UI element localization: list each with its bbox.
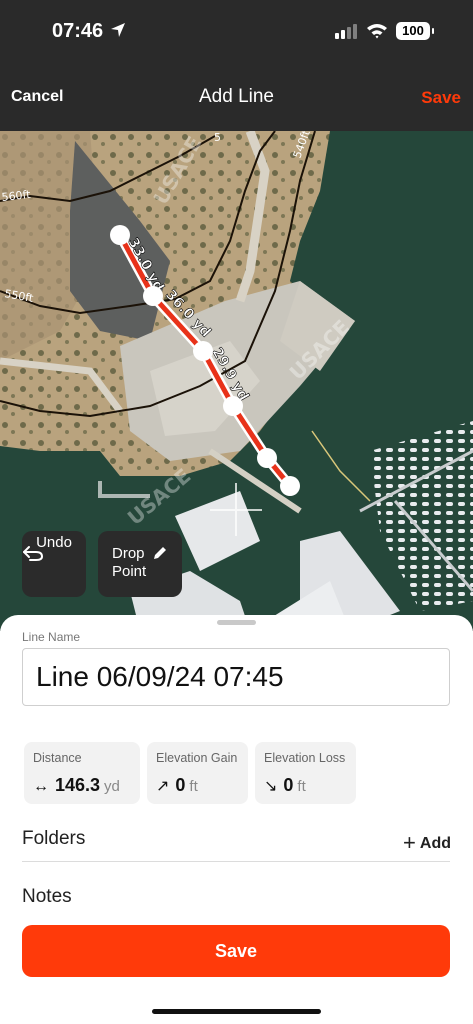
stat-unit: ft [189,778,198,795]
arrow-up-right-icon: ↗ [156,778,170,795]
map-view[interactable]: 560ft 550ft 540ft 5 USACE USACE USACE 33… [0,131,473,631]
add-label: Add [419,835,451,852]
stat-value: 0 [283,775,294,795]
stat-title: Elevation Gain [156,751,238,765]
drop-point-button[interactable]: Drop Point [98,531,182,597]
route-point[interactable] [143,286,163,306]
route-point[interactable] [223,396,243,416]
horizontal-arrow-icon: ↔ [33,778,49,795]
arrow-down-right-icon: ↘ [264,778,278,795]
route-point[interactable] [110,225,130,245]
contour-label: 5 [214,131,221,144]
elevation-gain-stat: Elevation Gain ↗ 0 ft [147,742,248,804]
status-bar: 07:46 100 [0,0,473,64]
stat-value: 146.3 [55,775,101,795]
route-point[interactable] [193,341,213,361]
notes-heading[interactable]: Notes [22,886,72,908]
plus-icon: + [403,830,416,855]
stat-unit: yd [104,778,120,795]
home-indicator [152,1009,321,1014]
elevation-loss-stat: Elevation Loss ↘ 0 ft [255,742,356,804]
status-time: 07:46 [52,20,104,42]
sheet-grabber[interactable] [217,620,256,625]
wifi-icon [367,24,387,39]
distance-stat: Distance ↔ 146.3 yd [24,742,140,804]
stat-unit: ft [297,778,306,795]
cellular-signal-icon [335,24,357,39]
undo-icon [23,546,44,561]
save-header-button[interactable]: Save [421,88,461,108]
line-name-input[interactable] [22,648,450,706]
page-title: Add Line [198,86,274,107]
bottom-sheet: Line Name Distance ↔ 146.3yd Elevation Ga… [0,615,473,1024]
save-button[interactable]: Save [22,925,450,977]
route-point[interactable] [257,448,277,468]
add-folder-button[interactable]: + Add [403,830,451,856]
stat-title: Distance [33,751,82,765]
stat-value: 0 [175,775,186,795]
header-bar: 07:46 100 Cancel Add Line Save [0,0,473,131]
folders-heading: Folders [22,828,86,849]
location-arrow-icon [111,23,125,37]
stat-title: Elevation Loss [264,751,346,765]
nav-bar: Cancel Add Line Save [0,75,473,121]
battery-indicator: 100 [396,22,434,40]
pencil-icon [154,547,166,559]
line-name-label: Line Name [22,630,81,644]
undo-button[interactable]: Undo [22,531,86,597]
divider [22,861,450,862]
route-point[interactable] [280,476,300,496]
